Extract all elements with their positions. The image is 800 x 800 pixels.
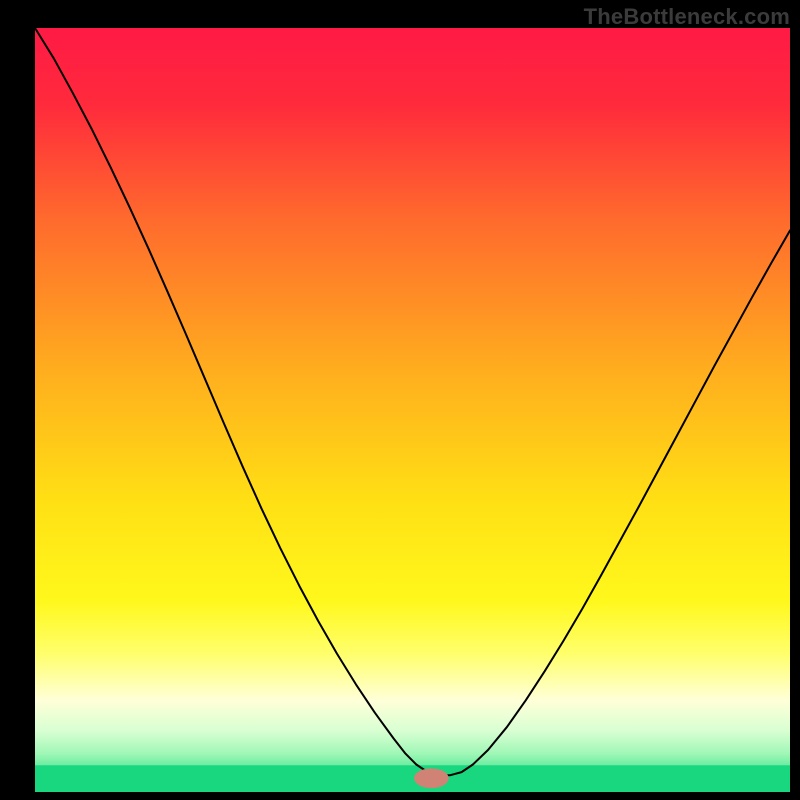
- plot-area: [35, 28, 790, 792]
- attribution-watermark: TheBottleneck.com: [584, 4, 790, 30]
- bottleneck-chart: [35, 28, 790, 792]
- gradient-background: [35, 28, 790, 792]
- optimal-point-marker: [414, 768, 449, 788]
- chart-frame: TheBottleneck.com: [0, 0, 800, 800]
- green-band: [35, 765, 790, 792]
